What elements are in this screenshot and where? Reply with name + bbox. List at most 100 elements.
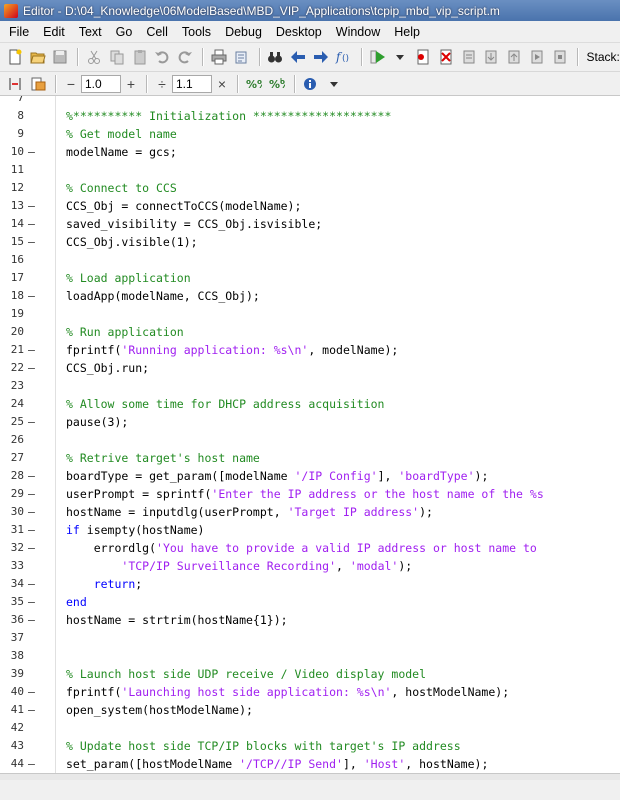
executable-line-marker[interactable]: – [28,197,36,215]
code-line[interactable]: 27 % Retrive target's host name [0,449,620,467]
code-line[interactable]: 18– loadApp(modelName, CCS_Obj); [0,287,620,305]
code-line[interactable]: 10– modelName = gcs; [0,143,620,161]
function-browser-button[interactable]: f() [333,46,355,68]
go-back-button[interactable] [287,46,309,68]
menu-window[interactable]: Window [329,22,387,42]
print-button[interactable] [208,46,230,68]
save-button[interactable] [50,46,72,68]
copy-button[interactable] [106,46,128,68]
code-line[interactable]: 30– hostName = inputdlg(userPrompt, 'Targ… [0,503,620,521]
code-line[interactable]: 37 [0,629,620,647]
executable-line-marker[interactable]: – [28,755,36,773]
redo-button[interactable] [174,46,196,68]
code-line[interactable]: 44– set_param([hostModelName '/TCP//IP Se… [0,755,620,773]
cell-value-input-1[interactable] [81,74,121,93]
step-button[interactable] [458,46,480,68]
help-info-button[interactable] [300,73,322,95]
executable-line-marker[interactable]: – [28,287,36,305]
code-line[interactable]: 11 [0,161,620,179]
code-line[interactable]: 36– hostName = strtrim(hostName{1}); [0,611,620,629]
menu-file[interactable]: File [2,22,36,42]
code-line[interactable]: 13– CCS_Obj = connectToCCS(modelName); [0,197,620,215]
code-line[interactable]: 22– CCS_Obj.run; [0,359,620,377]
code-line[interactable]: 9 % Get model name [0,125,620,143]
step-out-button[interactable] [503,46,525,68]
code-line[interactable]: 8 %********** Initialization ************… [0,107,620,125]
menu-text[interactable]: Text [72,22,109,42]
executable-line-marker[interactable]: – [28,575,36,593]
collapse-cells-button[interactable]: %% [266,73,288,95]
code-line[interactable]: 19 [0,305,620,323]
executable-line-marker[interactable]: – [28,143,36,161]
publish-button[interactable] [231,46,253,68]
code-line[interactable]: 31– if isempty(hostName) [0,521,620,539]
info-dropdown[interactable] [323,73,345,95]
code-line[interactable]: 7 [0,96,620,107]
run-button[interactable] [367,46,389,68]
open-file-button[interactable] [27,46,49,68]
exit-debug-button[interactable] [549,46,571,68]
code-line[interactable]: 23 [0,377,620,395]
evaluate-cell-button[interactable] [27,73,49,95]
code-line[interactable]: 24 % Allow some time for DHCP address acq… [0,395,620,413]
code-line[interactable]: 39 % Launch host side UDP receive / Video… [0,665,620,683]
divide-button[interactable]: ÷ [152,76,172,92]
executable-line-marker[interactable]: – [28,413,36,431]
find-button[interactable] [265,46,287,68]
executable-line-marker[interactable]: – [28,539,36,557]
cut-button[interactable] [83,46,105,68]
code-line[interactable]: 25– pause(3); [0,413,620,431]
executable-line-marker[interactable]: – [28,611,36,629]
set-breakpoint-button[interactable] [412,46,434,68]
undo-button[interactable] [152,46,174,68]
menu-go[interactable]: Go [109,22,140,42]
code-line[interactable]: 35– end [0,593,620,611]
go-forward-button[interactable] [310,46,332,68]
code-line[interactable]: 16 [0,251,620,269]
code-line[interactable]: 15– CCS_Obj.visible(1); [0,233,620,251]
code-line[interactable]: 29– userPrompt = sprintf('Enter the IP ad… [0,485,620,503]
code-line[interactable]: 34– return; [0,575,620,593]
run-dropdown[interactable] [389,46,411,68]
code-line[interactable]: 12 % Connect to CCS [0,179,620,197]
code-line[interactable]: 20 % Run application [0,323,620,341]
code-line[interactable]: 43 % Update host side TCP/IP blocks with … [0,737,620,755]
horizontal-scrollbar[interactable] [0,774,620,780]
executable-line-marker[interactable]: – [28,521,36,539]
code-line[interactable]: 32– errordlg('You have to provide a vali… [0,539,620,557]
executable-line-marker[interactable]: – [28,215,36,233]
executable-line-marker[interactable]: – [28,233,36,251]
code-line[interactable]: 41– open_system(hostModelName); [0,701,620,719]
code-line[interactable]: 26 [0,431,620,449]
executable-line-marker[interactable]: – [28,359,36,377]
executable-line-marker[interactable]: – [28,485,36,503]
clear-breakpoints-button[interactable] [435,46,457,68]
menu-debug[interactable]: Debug [218,22,269,42]
paste-button[interactable] [129,46,151,68]
menu-help[interactable]: Help [387,22,427,42]
code-line[interactable]: 21– fprintf('Running application: %s\n', … [0,341,620,359]
executable-line-marker[interactable]: – [28,503,36,521]
executable-line-marker[interactable]: – [28,593,36,611]
new-file-button[interactable] [4,46,26,68]
code-line[interactable]: 33 'TCP/IP Surveillance Recording', 'mod… [0,557,620,575]
menu-edit[interactable]: Edit [36,22,72,42]
code-editor[interactable]: 7 8 %********** Initialization ***********… [0,96,620,773]
menu-tools[interactable]: Tools [175,22,218,42]
executable-line-marker[interactable]: – [28,341,36,359]
executable-line-marker[interactable]: – [28,683,36,701]
code-line[interactable]: 14– saved_visibility = CCS_Obj.isvisible; [0,215,620,233]
menu-cell[interactable]: Cell [139,22,175,42]
code-line[interactable]: 40– fprintf('Launching host side applicat… [0,683,620,701]
multiply-button[interactable]: × [212,76,232,92]
step-in-button[interactable] [480,46,502,68]
show-cell-titles-button[interactable]: %% [243,73,265,95]
continue-button[interactable] [526,46,548,68]
cell-value-input-2[interactable] [172,74,212,93]
increment-button[interactable]: + [121,76,141,92]
code-line[interactable]: 38 [0,647,620,665]
menu-desktop[interactable]: Desktop [269,22,329,42]
code-line[interactable]: 42 [0,719,620,737]
insert-cell-break-button[interactable] [4,73,26,95]
decrement-button[interactable]: − [61,76,81,92]
